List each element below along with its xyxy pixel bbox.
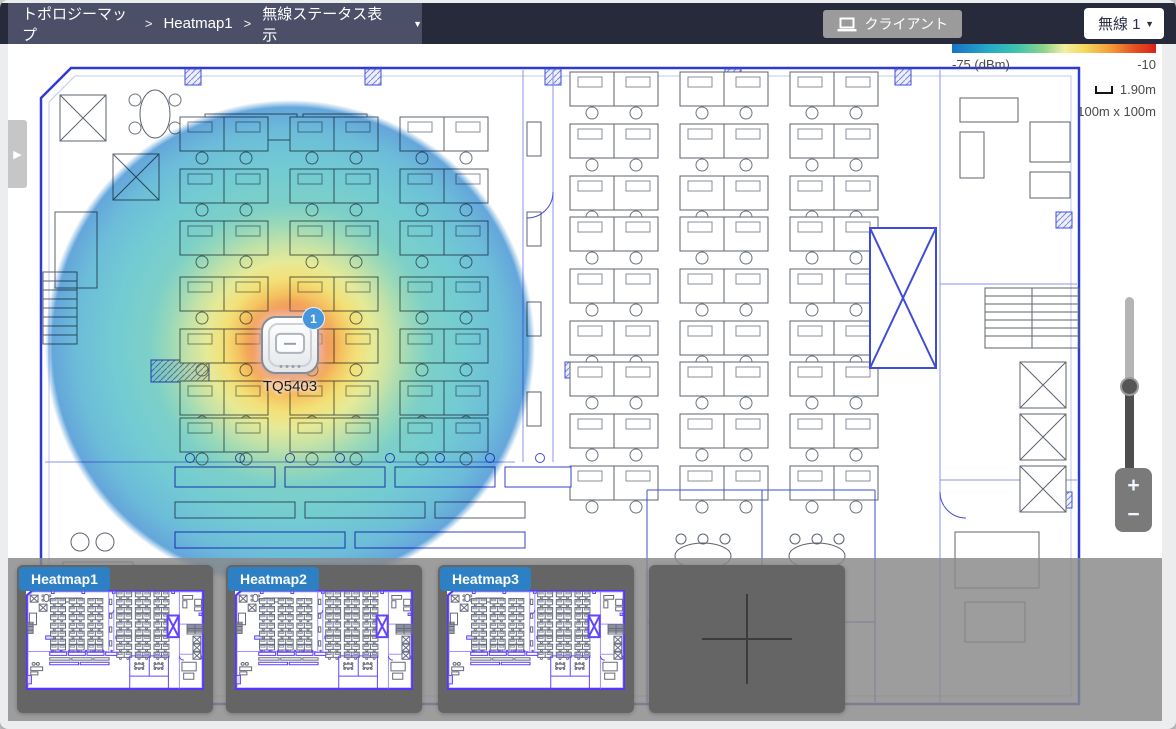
client-button-label: クライアント xyxy=(865,14,948,34)
client-count-badge[interactable]: 1 xyxy=(302,307,325,330)
chevron-down-icon: ▼ xyxy=(1145,19,1154,29)
laptop-icon xyxy=(837,17,857,32)
ap-name-label: TQ5403 xyxy=(220,378,360,395)
plus-icon xyxy=(746,594,748,684)
map-stage[interactable]: 1 TQ5403 -75 (dBm) -10 1.90m 100m x 100m… xyxy=(8,44,1162,721)
chevron-right-icon: ▶ xyxy=(13,148,21,161)
breadcrumb-view-mode[interactable]: 無線ステータス表示 xyxy=(262,3,388,45)
signal-legend: -75 (dBm) -10 1.90m 100m x 100m xyxy=(952,44,1156,119)
heatmap-thumbnail[interactable] xyxy=(26,590,204,690)
scale-label: 1.90m xyxy=(1120,82,1156,97)
heatmap-card-label[interactable]: Heatmap3 xyxy=(440,567,531,591)
zoom-controls: + − xyxy=(1115,468,1152,532)
breadcrumb[interactable]: トポロジーマップ > Heatmap1 > 無線ステータス表示 ▼ xyxy=(8,3,422,44)
add-heatmap-card[interactable] xyxy=(649,565,845,713)
breadcrumb-separator: > xyxy=(244,16,252,31)
client-button[interactable]: クライアント xyxy=(823,10,962,38)
heatmap-thumbnail[interactable] xyxy=(447,590,625,690)
heatmap-card-label[interactable]: Heatmap2 xyxy=(228,567,319,591)
heatmap-card-2[interactable]: Heatmap2 xyxy=(226,565,422,713)
heatmap-thumbnail[interactable] xyxy=(235,590,413,690)
legend-min-label: -75 (dBm) xyxy=(952,57,1010,72)
ap-dots xyxy=(280,365,301,368)
heatmap-thumbnail-panel: Heatmap1 Heatmap2 Heatmap3 xyxy=(8,558,1162,721)
top-bar: トポロジーマップ > Heatmap1 > 無線ステータス表示 ▼ クライアント… xyxy=(0,3,1176,44)
chevron-down-icon[interactable]: ▼ xyxy=(413,19,422,29)
slider-knob[interactable] xyxy=(1120,377,1139,396)
radio-select-value: 無線 1 xyxy=(1098,13,1141,34)
breadcrumb-topology[interactable]: トポロジーマップ xyxy=(22,3,134,45)
zoom-out-button[interactable]: − xyxy=(1127,504,1139,525)
signal-threshold-slider[interactable] xyxy=(1125,297,1134,491)
app-window: トポロジーマップ > Heatmap1 > 無線ステータス表示 ▼ クライアント… xyxy=(0,0,1176,729)
heatmap-card-3[interactable]: Heatmap3 xyxy=(438,565,634,713)
sidebar-expand-handle[interactable]: ▶ xyxy=(8,120,27,188)
ap-led-panel xyxy=(275,333,305,354)
signal-gradient-bar xyxy=(952,44,1156,53)
map-size-label: 100m x 100m xyxy=(952,104,1156,119)
scale-bracket-icon xyxy=(1095,86,1113,94)
heatmap-card-1[interactable]: Heatmap1 xyxy=(17,565,213,713)
breadcrumb-separator: > xyxy=(145,16,153,31)
zoom-in-button[interactable]: + xyxy=(1127,475,1139,496)
radio-select[interactable]: 無線 1 ▼ xyxy=(1084,8,1164,39)
slider-track-upper[interactable] xyxy=(1125,297,1134,385)
breadcrumb-heatmap1[interactable]: Heatmap1 xyxy=(163,15,232,32)
heatmap-card-label[interactable]: Heatmap1 xyxy=(19,567,110,591)
legend-max-label: -10 xyxy=(1137,57,1156,72)
